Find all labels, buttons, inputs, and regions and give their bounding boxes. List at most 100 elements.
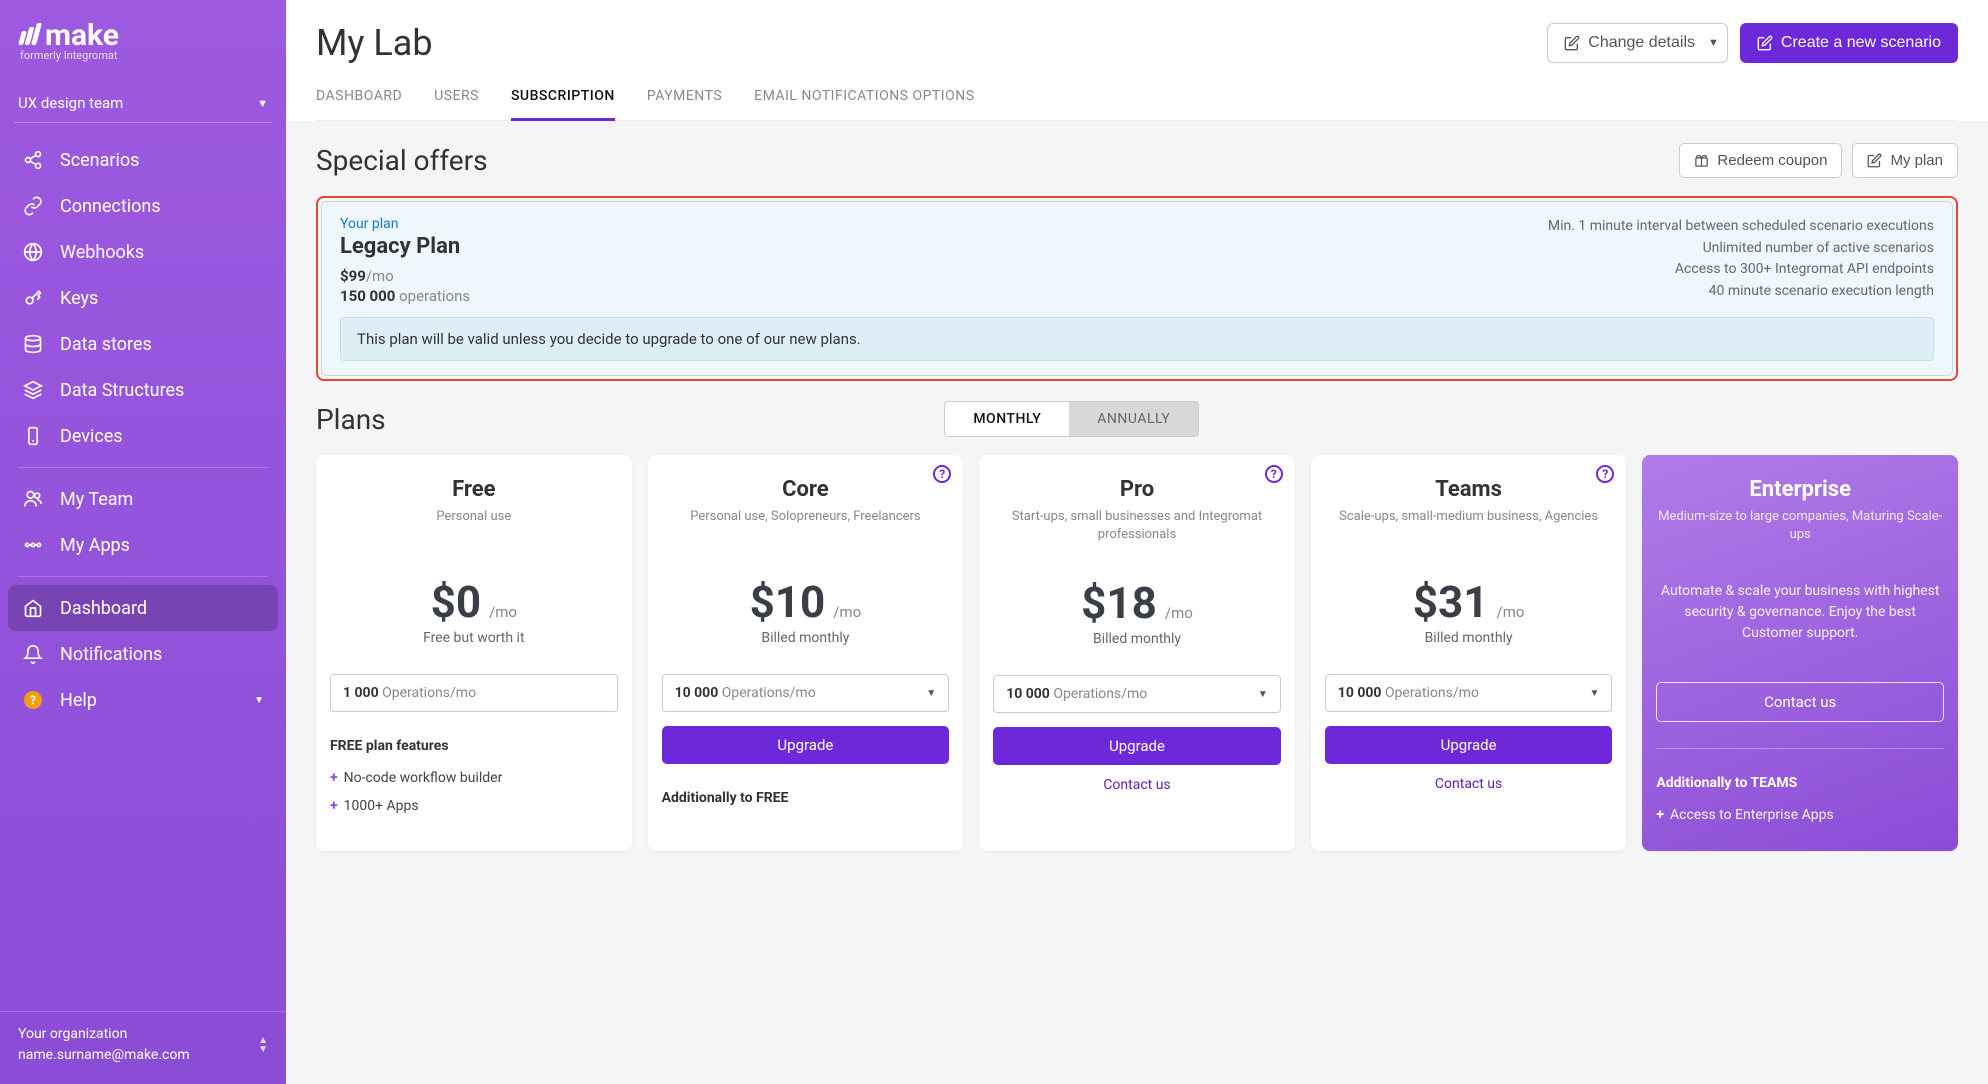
plan-sub: Start-ups, small businesses and Integrom… [993,508,1281,543]
ops-select[interactable]: 10 000 Operations/mo▼ [1325,674,1613,712]
plan-note: Min. 1 minute interval between scheduled… [1548,216,1934,238]
sidebar-item-webhooks[interactable]: Webhooks [8,229,278,275]
edit-icon [1757,35,1773,51]
help-icon[interactable]: ? [1265,465,1283,483]
plan-card-free: FreePersonal use$0/moFree but worth it1 … [316,455,632,851]
contact-us-link[interactable]: Contact us [1325,776,1613,792]
ops-select[interactable]: 10 000 Operations/mo▼ [993,675,1281,713]
tab-email-notifications-options[interactable]: EMAIL NOTIFICATIONS OPTIONS [754,88,974,121]
updown-icon: ▲▼ [258,1036,268,1054]
enterprise-desc: Automate & scale your business with high… [1656,581,1944,644]
sidebar-item-devices[interactable]: Devices [8,413,278,459]
tab-subscription[interactable]: SUBSCRIPTION [511,88,615,121]
redeem-coupon-button[interactable]: Redeem coupon [1679,143,1842,178]
sidebar: make formerly Integromat UX design team … [0,0,286,1084]
plan-bill: Free but worth it [330,630,618,646]
divider [18,467,268,468]
mobile-icon [22,425,44,447]
change-details-button[interactable]: Change details [1547,23,1712,63]
plan-sub: Scale-ups, small-medium business, Agenci… [1325,508,1613,542]
plan-sub: Personal use [330,508,618,542]
offers-title: Special offers [316,144,488,177]
tab-users[interactable]: USERS [434,88,479,121]
features-heading: FREE plan features [330,738,618,754]
period-annually[interactable]: ANNUALLY [1069,402,1198,436]
upgrade-button[interactable]: Upgrade [1325,726,1613,764]
plans-title: Plans [316,403,386,436]
plan-card-enterprise: Enterprise Medium-size to large companies… [1642,455,1958,851]
share-icon [22,149,44,171]
nav: Scenarios Connections Webhooks Keys Data… [0,123,286,1011]
my-plan-button[interactable]: My plan [1852,143,1958,178]
logo: make [20,18,266,53]
ops-select[interactable]: 10 000 Operations/mo▼ [662,674,950,712]
upgrade-button[interactable]: Upgrade [993,727,1281,765]
plan-price: $31/mo [1325,576,1613,628]
plan-name: Free [330,477,618,502]
current-plan-per: /mo [366,267,394,285]
button-label: Create a new scenario [1781,34,1941,52]
plan-sub: Medium-size to large companies, Maturing… [1656,508,1944,543]
plan-name: Enterprise [1656,477,1944,502]
sidebar-item-label: Dashboard [60,598,147,619]
plan-name: Pro [993,477,1281,502]
brand-sub: formerly Integromat [20,49,266,62]
contact-us-link[interactable]: Contact us [993,777,1281,793]
sidebar-item-my-apps[interactable]: My Apps [8,522,278,568]
current-plan-highlight: Your plan Legacy Plan $99/mo 150 000 ope… [316,196,1958,381]
sidebar-item-scenarios[interactable]: Scenarios [8,137,278,183]
sidebar-item-notifications[interactable]: Notifications [8,631,278,677]
plan-note: 40 minute scenario execution length [1548,281,1934,303]
plan-bill: Billed monthly [1325,630,1613,646]
sidebar-item-connections[interactable]: Connections [8,183,278,229]
plan-sub: Personal use, Solopreneurs, Freelancers [662,508,950,542]
divider [1656,748,1944,749]
contact-us-button[interactable]: Contact us [1656,682,1944,722]
chevron-down-icon: ▼ [254,695,264,706]
main: My Lab Change details ▼ Create a new sce… [286,0,1988,1084]
plan-card-pro: ?Pro Start-ups, small businesses and Inte… [979,455,1295,851]
sidebar-item-data-stores[interactable]: Data stores [8,321,278,367]
feature-item: +Access to Enterprise Apps [1656,801,1944,829]
divider [18,576,268,577]
sidebar-item-help[interactable]: ? Help ▼ [8,677,278,723]
gift-icon [1694,153,1709,168]
tab-dashboard[interactable]: DASHBOARD [316,88,402,121]
sidebar-item-label: Notifications [60,644,162,665]
current-plan-ops-value: 150 000 [340,287,395,305]
feature-item: +No-code workflow builder [330,764,618,792]
upgrade-button[interactable]: Upgrade [662,726,950,764]
sidebar-item-label: Keys [60,288,98,309]
button-label: My plan [1890,152,1943,169]
your-plan-label: Your plan [340,216,470,232]
team-selector[interactable]: UX design team ▼ [14,84,272,123]
plan-bill: Billed monthly [993,631,1281,647]
plan-price: $10/mo [662,576,950,628]
sidebar-item-dashboard[interactable]: Dashboard [8,585,278,631]
chevron-down-icon: ▼ [257,97,268,110]
current-plan-notes: Min. 1 minute interval between scheduled… [1548,216,1934,305]
sidebar-footer[interactable]: Your organization name.surname@make.com … [0,1011,286,1084]
home-icon [22,597,44,619]
current-plan-name: Legacy Plan [340,234,470,259]
sidebar-item-keys[interactable]: Keys [8,275,278,321]
period-monthly[interactable]: MONTHLY [945,402,1069,436]
sidebar-item-label: My Apps [60,535,130,556]
create-scenario-button[interactable]: Create a new scenario [1740,23,1958,63]
plan-price: $18/mo [993,577,1281,629]
features-heading: Additionally to TEAMS [1656,775,1944,791]
apps-icon [22,534,44,556]
tab-payments[interactable]: PAYMENTS [647,88,722,121]
sidebar-item-label: Data Structures [60,380,184,401]
sidebar-item-data-structures[interactable]: Data Structures [8,367,278,413]
plan-name: Core [662,477,950,502]
team-name: UX design team [18,94,123,112]
ops-select[interactable]: 1 000 Operations/mo [330,674,618,712]
sidebar-item-my-team[interactable]: My Team [8,476,278,522]
sidebar-item-label: Data stores [60,334,152,355]
org-email: name.surname@make.com [18,1045,190,1066]
plan-card-core: ?CorePersonal use, Solopreneurs, Freelan… [648,455,964,851]
plan-card-teams: ?TeamsScale-ups, small-medium business, … [1311,455,1627,851]
edit-icon [1867,153,1882,168]
change-details-dropdown[interactable]: ▼ [1700,23,1728,63]
